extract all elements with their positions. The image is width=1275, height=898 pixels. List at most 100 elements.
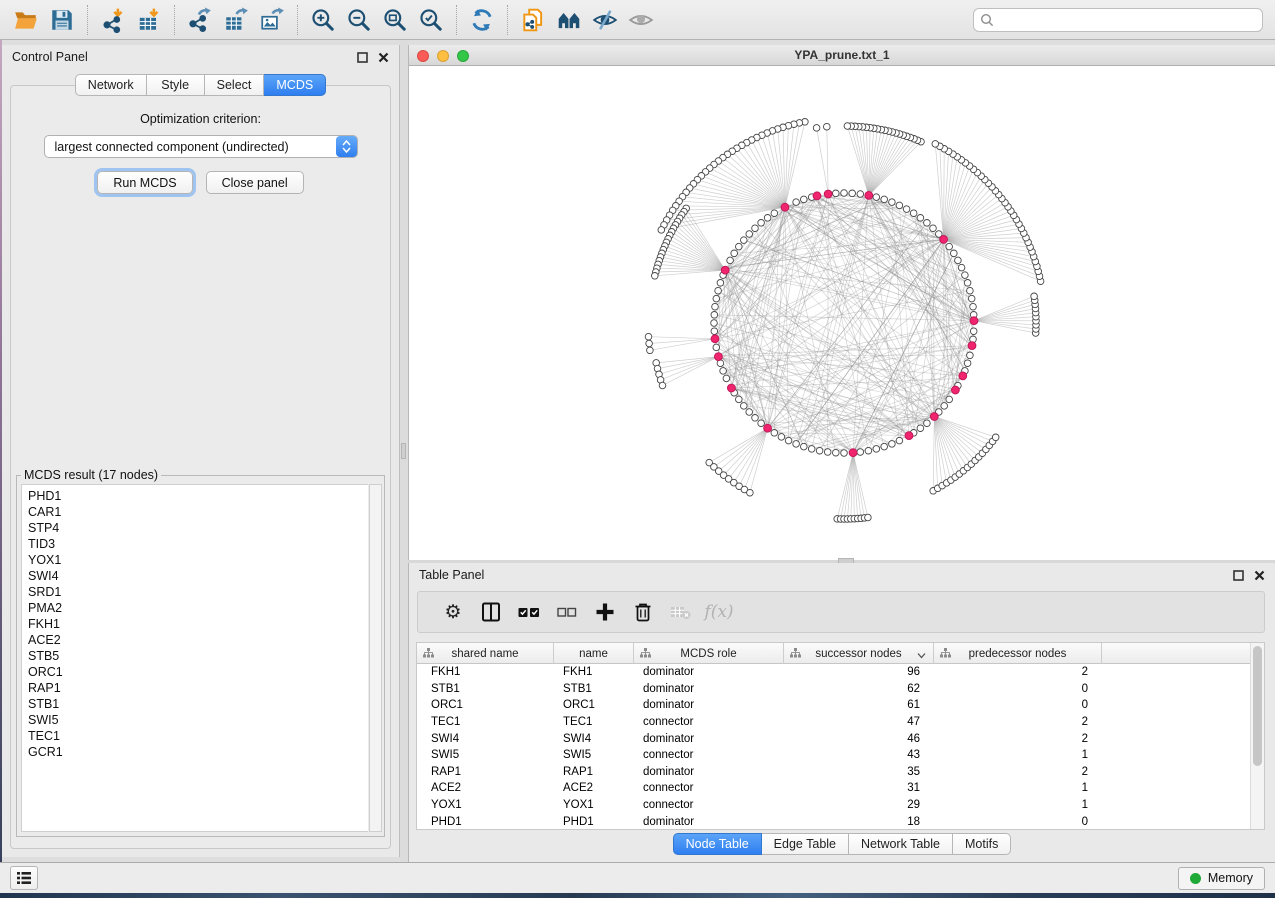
tab-node-table[interactable]: Node Table [673,833,762,855]
graph-node[interactable] [951,250,958,257]
graph-leaf-node[interactable] [747,489,754,496]
mcds-result-item[interactable]: STB5 [28,648,368,664]
graph-node[interactable] [881,196,888,203]
table-row[interactable]: STB1STB1dominator620 [417,681,1250,698]
graph-node[interactable] [752,225,759,232]
save-session-button[interactable] [44,3,80,37]
graph-node[interactable] [946,396,953,403]
graph-node[interactable] [865,447,872,454]
mcds-result-item[interactable]: YOX1 [28,552,368,568]
graph-node[interactable] [758,220,765,227]
graph-node[interactable] [873,446,880,453]
graph-node[interactable] [849,190,856,197]
network-canvas[interactable] [409,66,1274,559]
graph-node[interactable] [968,295,975,302]
divider-handle[interactable] [401,443,406,459]
cell-MCDS-role[interactable]: dominator [634,766,784,778]
export-network-button[interactable] [182,3,218,37]
cell-name[interactable]: PHD1 [554,816,634,828]
cell-predecessor-nodes[interactable]: 1 [934,782,1102,794]
cell-shared-name[interactable]: STB1 [417,683,554,695]
column-header-predecessor-nodes[interactable]: predecessor nodes [934,643,1102,664]
graph-node[interactable] [764,215,771,222]
graph-node[interactable] [715,287,722,294]
scrollbar-thumb[interactable] [1253,646,1262,766]
cell-predecessor-nodes[interactable]: 2 [934,733,1102,745]
graph-node[interactable] [785,437,792,444]
graph-node[interactable] [711,312,718,319]
graph-leaf-node[interactable] [844,123,851,130]
cell-shared-name[interactable]: FKH1 [417,666,554,678]
mcds-result-item[interactable]: STB1 [28,696,368,712]
tab-motifs[interactable]: Motifs [953,833,1011,855]
mcds-result-item[interactable]: TID3 [28,536,368,552]
import-network-button[interactable] [95,3,131,37]
cell-predecessor-nodes[interactable]: 2 [934,716,1102,728]
cell-successor-nodes[interactable]: 96 [784,666,934,678]
tab-select[interactable]: Select [205,74,265,96]
graph-node[interactable] [962,272,969,279]
graph-node[interactable] [723,375,730,382]
graph-node[interactable] [967,352,974,359]
table-settings-button[interactable]: ⚙ [434,594,472,630]
delete-table-button[interactable] [662,594,700,630]
graph-node[interactable] [758,420,765,427]
clone-network-button[interactable] [515,3,551,37]
graph-node[interactable] [736,243,743,250]
graph-mcds-node[interactable] [824,190,832,198]
graph-node[interactable] [889,199,896,206]
graph-node[interactable] [727,257,734,264]
close-panel-icon[interactable] [378,52,389,63]
graph-mcds-node[interactable] [968,342,976,350]
graph-node[interactable] [924,220,931,227]
float-panel-icon[interactable] [1233,570,1244,581]
graph-node[interactable] [778,434,785,441]
tab-style[interactable]: Style [147,74,205,96]
graph-leaf-node[interactable] [659,382,666,389]
graph-mcds-node[interactable] [781,203,789,211]
window-close-button[interactable] [417,50,429,62]
cell-predecessor-nodes[interactable]: 2 [934,666,1102,678]
graph-node[interactable] [717,280,724,287]
graph-node[interactable] [873,194,880,201]
cell-shared-name[interactable]: ACE2 [417,782,554,794]
graph-node[interactable] [711,320,718,327]
cell-successor-nodes[interactable]: 46 [784,733,934,745]
graph-node[interactable] [713,295,720,302]
graph-mcds-node[interactable] [728,384,736,392]
table-row[interactable]: TEC1TEC1connector472 [417,714,1250,731]
graph-node[interactable] [720,368,727,375]
add-column-button[interactable] [586,594,624,630]
graph-node[interactable] [910,210,917,217]
cell-shared-name[interactable]: SWI4 [417,733,554,745]
graph-node[interactable] [711,328,718,335]
graph-leaf-node[interactable] [647,347,654,354]
mcds-result-item[interactable]: SWI5 [28,712,368,728]
graph-node[interactable] [816,447,823,454]
graph-leaf-node[interactable] [646,340,653,347]
graph-node[interactable] [741,237,748,244]
tab-network[interactable]: Network [75,74,147,96]
cell-MCDS-role[interactable]: dominator [634,733,784,745]
graph-node[interactable] [746,231,753,238]
graph-leaf-node[interactable] [658,227,665,234]
cell-shared-name[interactable]: SWI5 [417,749,554,761]
window-zoom-button[interactable] [457,50,469,62]
graph-node[interactable] [771,430,778,437]
tab-mcds[interactable]: MCDS [264,74,326,96]
cell-predecessor-nodes[interactable]: 1 [934,799,1102,811]
graph-mcds-node[interactable] [721,266,729,274]
zoom-in-button[interactable] [305,3,341,37]
panel-divider-vertical[interactable] [400,40,408,862]
cell-MCDS-role[interactable]: connector [634,749,784,761]
graph-node[interactable] [970,328,977,335]
graph-mcds-node[interactable] [715,353,723,361]
graph-mcds-node[interactable] [711,335,719,343]
cell-successor-nodes[interactable]: 61 [784,699,934,711]
cell-successor-nodes[interactable]: 29 [784,799,934,811]
graph-node[interactable] [903,206,910,213]
graph-node[interactable] [746,409,753,416]
graph-mcds-node[interactable] [940,236,948,244]
show-all-button[interactable] [623,3,659,37]
close-panel-button[interactable]: Close panel [206,171,304,194]
